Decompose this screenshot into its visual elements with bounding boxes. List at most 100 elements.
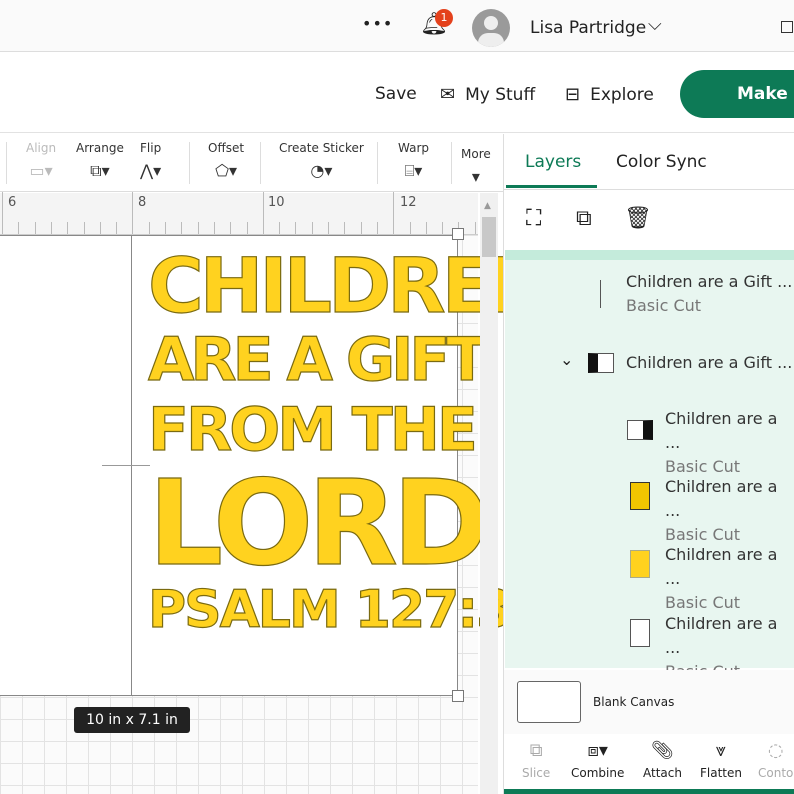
ruler-tick [18,222,20,234]
design-line: PSALM 127:3 [147,580,513,640]
layer-list: Children are a Gift ... Basic Cut ⌄ Child… [505,250,794,681]
contour-button[interactable]: ◌ Conto [758,740,793,780]
ruler-tick [148,222,150,234]
resize-handle[interactable] [452,690,464,702]
attach-button[interactable]: 📎︎ Attach [643,740,682,780]
duplicate-icon[interactable]: ⧉ [576,206,592,231]
layer-thumbnail [630,619,650,647]
layer-name: Children are a Gift ... [626,353,793,372]
canvas-thumbnail [517,681,581,723]
window-maximize-icon[interactable] [781,21,793,33]
flatten-button[interactable]: ⩔ Flatten [700,740,742,780]
warp-tool[interactable]: Warp ⌸▾ [398,141,429,181]
scroll-thumb[interactable] [482,217,496,257]
ruler-tick [50,222,52,234]
ruler-tick [181,222,183,234]
more-options-icon[interactable]: ••• [362,14,393,33]
avatar[interactable] [472,9,510,47]
inbox-icon: ✉ [440,84,456,105]
chevron-down-icon[interactable]: ⌄ [560,350,573,369]
ruler-tick [132,192,134,234]
align-label: Align [26,141,57,155]
ruler-tick [246,222,248,234]
chevron-down-icon[interactable]: ⌵ [648,14,662,35]
offset-icon: ⬠▾ [215,161,237,180]
ruler-tick [34,222,36,234]
layer-item[interactable]: Children are a ...Basic Cut [665,475,794,547]
layer-item[interactable]: Children are a ...Basic Cut [665,407,794,479]
layer-item[interactable]: Children are a ...Basic Cut [665,543,794,615]
sticker-icon: ◔▾ [310,161,333,180]
edit-toolbar: Align ▭▾ Arrange ⧉▾ Flip ⋀▾ Offset ⬠▾ Create… [0,134,503,192]
resize-handle[interactable] [452,228,464,240]
make-button[interactable]: Make [680,70,794,118]
scroll-up-icon[interactable]: ▲ [484,201,491,211]
size-badge: 10 in x 7.1 in [74,707,190,733]
design-line: LORD [147,454,490,592]
more-tool[interactable]: More ▾ [461,147,491,186]
design-line: FROM THE [147,395,478,465]
vertical-scrollbar[interactable]: ▲ [480,193,498,794]
combine-label: Combine [571,766,625,780]
more-label: More [461,147,491,161]
notification-badge: 1 [435,9,453,27]
design-artwork[interactable]: CHILDREN ARE A GIFT FROM THE LORD PSALM … [147,247,553,684]
ruler-tick [328,222,329,234]
ruler-tick [279,222,281,234]
trash-icon[interactable]: 🗑︎ [624,206,652,231]
layer-type: Basic Cut [626,296,702,315]
user-name[interactable]: Lisa Partridge [530,18,646,38]
ruler-tick [262,192,264,234]
ruler-label: 10 [268,195,285,210]
layer-thumbnail [630,550,650,578]
contour-label: Conto [758,766,794,780]
active-tab-indicator [506,185,597,188]
ruler-tick [474,222,476,234]
design-line: ARE A GIFT [147,325,488,395]
layer-item[interactable]: Children are a Gift ... Basic Cut [626,270,792,318]
explore-label: Explore [590,84,654,105]
my-stuff-button[interactable]: ✉ My Stuff [440,84,535,105]
caret-down-icon: ▾ [471,167,480,186]
layer-thumbnail [627,420,653,440]
slice-label: Slice [522,766,551,780]
ruler-tick [311,222,313,234]
slice-button[interactable]: ⧉ Slice [522,740,550,780]
blank-canvas-label: Blank Canvas [593,695,675,709]
flatten-icon: ⩔ [715,740,727,761]
ruler-label: 12 [400,195,417,210]
arrange-tool[interactable]: Arrange ⧉▾ [76,141,124,181]
ruler-tick [425,222,427,234]
blank-canvas-row[interactable]: Blank Canvas [504,670,794,734]
ruler-tick [393,192,395,234]
offset-tool[interactable]: Offset ⬠▾ [208,141,244,180]
bottom-accent-bar [504,789,794,794]
warp-icon: ⌸▾ [404,161,423,180]
offset-label: Offset [208,141,245,155]
create-sticker-label: Create Sticker [279,141,364,155]
flip-label: Flip [140,141,162,155]
my-stuff-label: My Stuff [465,84,536,105]
combine-icon: ⧈▾ [587,740,608,761]
tab-layers[interactable]: Layers [525,152,581,172]
tab-color-sync[interactable]: Color Sync [616,152,707,172]
group-icon[interactable]: ⛶ [526,206,541,231]
align-tool[interactable]: Align ▭▾ [26,141,56,180]
flatten-label: Flatten [700,766,742,780]
ruler-tick [409,222,411,234]
ruler-tick [376,222,378,234]
paperclip-icon: 📎︎ [651,740,674,761]
ruler-tick [2,192,3,234]
explore-button[interactable]: ⊟ Explore [565,84,654,105]
ruler-tick [213,222,215,234]
flip-icon: ⋀▾ [140,161,162,180]
combine-button[interactable]: ⧈▾ Combine [571,740,624,780]
create-sticker-tool[interactable]: Create Sticker ◔▾ [279,141,364,180]
layer-name: Children are a ... [665,545,778,588]
attach-label: Attach [643,766,682,780]
save-label: Save [375,84,417,104]
layer-group[interactable]: Children are a Gift ... [626,351,792,375]
flip-tool[interactable]: Flip ⋀▾ [140,141,161,180]
save-button[interactable]: Save [375,84,417,104]
ruler-tick [165,222,166,234]
